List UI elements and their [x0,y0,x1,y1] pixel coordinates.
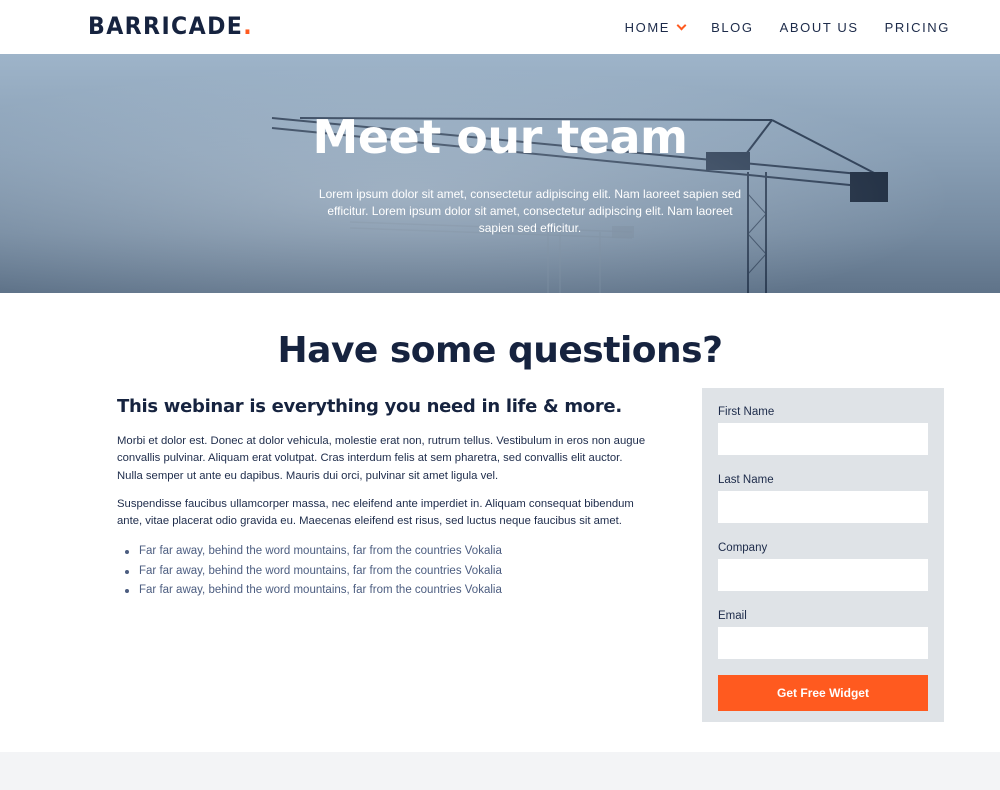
nav-item-home[interactable]: HOME [624,20,687,35]
hero-overlay [0,54,1000,293]
nav-item-label: BLOG [711,20,754,35]
last-name-label: Last Name [718,474,774,486]
logo-text: BARRICADE [88,12,244,40]
webinar-subtitle: This webinar is everything you need in l… [117,396,622,417]
hero-title: Meet our team [312,110,688,164]
webinar-content: This webinar is everything you need in l… [117,396,647,601]
feature-list: Far far away, behind the word mountains,… [117,542,647,601]
hero-banner: Meet our team Lorem ipsum dolor sit amet… [0,54,1000,293]
hero-subtitle: Lorem ipsum dolor sit amet, consectetur … [318,187,742,235]
nav-item-label: PRICING [884,20,950,35]
nav-item-label: HOME [624,20,671,35]
first-name-label: First Name [718,406,775,418]
company-field[interactable] [718,559,928,591]
list-item: Far far away, behind the word mountains,… [125,562,647,582]
site-header: BARRICADE. HOME BLOG ABOUT US PRICING [0,0,1000,54]
nav-item-blog[interactable]: BLOG [711,20,754,35]
main-nav: HOME BLOG ABOUT US PRICING [625,20,950,35]
section-title: Have some questions? [277,330,723,371]
body-paragraph: Morbi et dolor est. Donec at dolor vehic… [117,435,646,482]
brand-logo[interactable]: BARRICADE. [88,12,253,40]
email-field[interactable] [718,627,928,659]
first-name-field[interactable] [718,423,928,455]
nav-item-label: ABOUT US [779,20,859,35]
footer-band [0,752,1000,790]
list-item: Far far away, behind the word mountains,… [125,581,647,601]
list-item: Far far away, behind the word mountains,… [125,542,647,562]
nav-item-pricing[interactable]: PRICING [885,20,950,35]
email-label: Email [718,610,747,622]
company-label: Company [718,542,768,554]
signup-form: First Name Last Name Company Email Get F… [702,388,944,722]
nav-item-about-us[interactable]: ABOUT US [780,20,859,35]
body-paragraph: Suspendisse faucibus ullamcorper massa, … [117,497,634,528]
chevron-down-icon [676,20,687,31]
get-free-widget-button[interactable]: Get Free Widget [718,675,928,711]
logo-dot: . [243,12,254,40]
last-name-field[interactable] [718,491,928,523]
